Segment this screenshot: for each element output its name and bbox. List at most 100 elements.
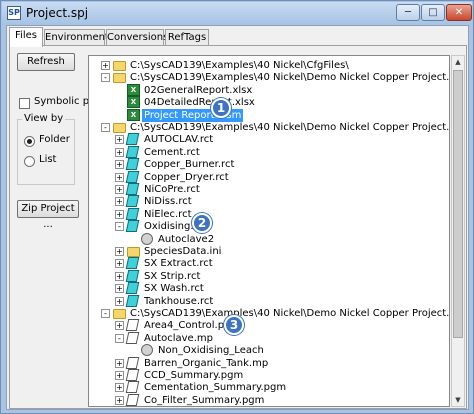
expand-icon[interactable]: + xyxy=(115,160,124,170)
close-button[interactable]: ✕ xyxy=(446,4,472,21)
tree-row[interactable]: + NiCoPre.rct xyxy=(115,183,449,196)
expand-icon[interactable]: + xyxy=(115,135,124,145)
tree-item-text: SX Strip.rct xyxy=(144,270,201,282)
tree-item-text: SX Wash.rct xyxy=(144,283,204,295)
tab-reftags[interactable]: RefTags xyxy=(165,29,209,46)
scroll-up-arrow-icon[interactable]: ▲ xyxy=(452,56,464,68)
collapse-icon[interactable]: - xyxy=(101,73,110,83)
tree-item-text: Autoclave.mp xyxy=(144,332,213,344)
tree-row[interactable]: - C:\SysCAD139\Examples\40 Nickel\Demo Ni… xyxy=(101,71,449,84)
expand-icon[interactable]: + xyxy=(115,358,124,368)
expand-icon[interactable]: + xyxy=(115,383,124,393)
tree-row[interactable]: + Cementation_Summary.pgm xyxy=(115,381,449,394)
tree-row[interactable]: + SX Wash.rct xyxy=(115,282,449,295)
tree-row[interactable]: - C:\SysCAD139\Examples\40 Nickel\Demo Ni… xyxy=(101,121,449,134)
tree-item-label: Cementation_Summary.pgm xyxy=(144,381,286,394)
expand-icon[interactable]: + xyxy=(115,197,124,207)
tree-row[interactable]: Autoclave2 xyxy=(129,232,449,246)
expand-icon[interactable]: + xyxy=(115,172,124,182)
tree-row[interactable]: + C:\SysCAD139\Examples\40 Nickel\CfgFile… xyxy=(101,59,449,72)
maximize-button[interactable]: □ xyxy=(421,4,445,21)
tree-item-label: C:\SysCAD139\Examples\40 Nickel\Demo Nic… xyxy=(130,71,449,84)
tree-item-text: 02GeneralReport.xlsx xyxy=(144,84,253,96)
tree-item-text: SpeciesData.ini xyxy=(144,246,222,257)
tree-item-text: Cementation_Summary.pgm xyxy=(144,382,287,394)
refresh-button[interactable]: Refresh xyxy=(17,53,75,71)
tree-row[interactable]: - Oxidising.rct xyxy=(115,220,449,233)
title-bar[interactable]: SP Project.spj ─ □ ✕ xyxy=(2,2,472,24)
tree-row[interactable]: + AUTOCLAV.rct xyxy=(115,133,449,146)
scroll-down-arrow-icon[interactable]: ▼ xyxy=(452,394,464,406)
expand-icon[interactable]: + xyxy=(115,209,124,219)
reaction-file-icon xyxy=(125,170,140,183)
expand-icon[interactable]: + xyxy=(115,284,124,294)
tree-item-label: Autoclave.mp xyxy=(144,332,213,345)
trend-icon xyxy=(141,232,153,245)
tree-row[interactable]: X Project Report.xlsm xyxy=(115,108,449,122)
collapse-icon[interactable]: - xyxy=(115,333,124,343)
trend-icon xyxy=(141,344,153,357)
expand-icon[interactable]: + xyxy=(115,321,124,331)
zip-project-button[interactable]: Zip Project ... xyxy=(17,200,79,230)
tab-environment[interactable]: Environment xyxy=(44,29,109,46)
expand-icon[interactable]: + xyxy=(115,371,124,380)
tree-scrollbar[interactable]: ▲ ▼ xyxy=(451,55,465,407)
tree-row[interactable]: + Copper_Dryer.rct xyxy=(115,170,449,184)
tree-row[interactable]: + Area4_Control.pgm xyxy=(115,319,449,332)
expand-icon[interactable]: + xyxy=(115,296,124,306)
tree-row[interactable]: +Copper_Control.pgm xyxy=(115,406,449,407)
tab-conversions[interactable]: Conversions xyxy=(106,29,168,46)
list-radio-label: List xyxy=(39,154,57,165)
tree-item-text: Cement.rct xyxy=(144,146,200,158)
pgm-file-icon xyxy=(125,319,140,332)
list-radio[interactable] xyxy=(24,156,35,167)
collapse-icon[interactable]: - xyxy=(101,309,110,318)
callout-3: 3 xyxy=(224,315,244,335)
reaction-file-icon xyxy=(125,269,140,282)
tree-row[interactable]: - C:\SysCAD139\Examples\40 Nickel\Demo Ni… xyxy=(101,307,449,320)
reaction-file-icon xyxy=(125,282,140,295)
collapse-icon[interactable]: - xyxy=(115,222,124,232)
tree-item-text: Autoclave2 xyxy=(158,233,215,245)
tree-row[interactable]: + Barren_Organic_Tank.mp xyxy=(115,356,449,370)
folder-radio[interactable] xyxy=(24,136,35,147)
tree-item-label: AUTOCLAV.rct xyxy=(144,133,213,146)
tree-item-label: NiCoPre.rct xyxy=(144,183,200,196)
tree-row[interactable]: + CCD_Summary.pgm xyxy=(115,369,449,382)
tree-row[interactable]: + SX Strip.rct xyxy=(115,269,449,283)
tree-row[interactable]: + Cement.rct xyxy=(115,145,449,159)
project-window: SP Project.spj ─ □ ✕ Files Environment C… xyxy=(0,0,474,414)
file-tree[interactable]: + C:\SysCAD139\Examples\40 Nickel\CfgFile… xyxy=(88,55,450,407)
expand-icon[interactable]: + xyxy=(115,185,124,194)
tree-row[interactable]: - Autoclave.mp xyxy=(115,331,449,345)
reaction-file-icon xyxy=(125,158,140,171)
tree-row[interactable]: + Co_Filter_Summary.pgm xyxy=(115,393,449,406)
tree-row[interactable]: + Copper_Burner.rct xyxy=(115,158,449,171)
tree-item-text: AUTOCLAV.rct xyxy=(144,134,214,146)
scroll-thumb[interactable] xyxy=(453,70,463,338)
folder-radio-label: Folder xyxy=(39,134,70,145)
tree-row[interactable]: + SpeciesData.ini xyxy=(115,245,449,258)
tree-row[interactable]: Non_Oxidising_Leach xyxy=(129,344,449,357)
collapse-icon[interactable]: - xyxy=(101,123,110,132)
minimize-button[interactable]: ─ xyxy=(396,4,420,21)
symbolic-paths-checkbox[interactable] xyxy=(19,98,30,109)
expand-icon[interactable]: + xyxy=(115,247,124,256)
expand-icon[interactable]: + xyxy=(115,395,124,405)
tree-row[interactable]: + SX Extract.rct xyxy=(115,257,449,270)
tree-row[interactable]: X 04DetailedReport.xlsx xyxy=(115,96,449,109)
tree-row[interactable]: + Tankhouse.rct xyxy=(115,294,449,308)
pgm-file-icon xyxy=(125,356,140,369)
tree-row[interactable]: + NiElec.rct xyxy=(115,207,449,221)
excel-file-icon: X xyxy=(127,96,140,109)
tab-files[interactable]: Files xyxy=(9,27,43,47)
view-by-label: View by xyxy=(22,113,66,124)
tree-row[interactable]: + NiDiss.rct xyxy=(115,195,449,208)
tree-item-label: Co_Filter_Summary.pgm xyxy=(144,394,264,406)
expand-icon[interactable]: + xyxy=(115,271,124,281)
tree-item-label: CCD_Summary.pgm xyxy=(144,369,243,382)
expand-icon[interactable]: + xyxy=(115,147,124,157)
tree-row[interactable]: X 02GeneralReport.xlsx xyxy=(115,83,449,97)
expand-icon[interactable]: + xyxy=(115,259,124,269)
expand-icon[interactable]: + xyxy=(101,61,110,70)
